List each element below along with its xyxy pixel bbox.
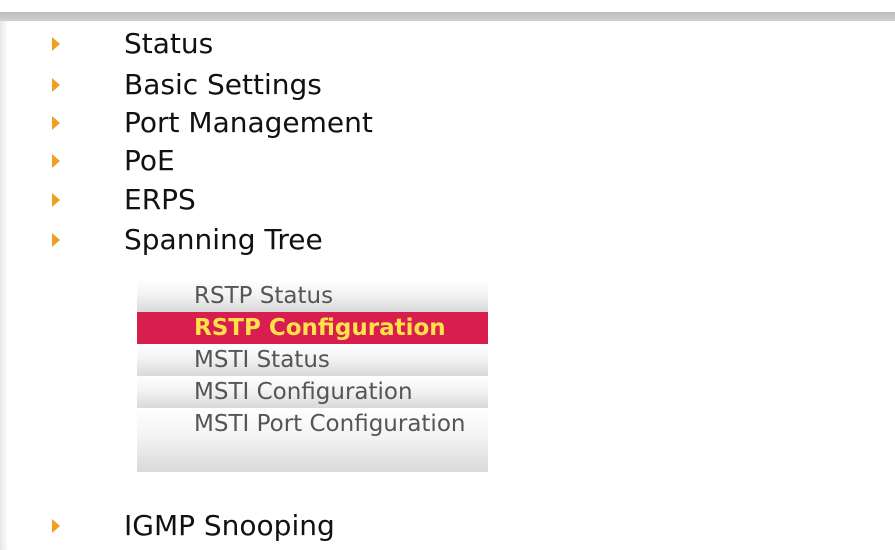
submenu-item-rstp-status[interactable]: RSTP Status <box>137 280 488 312</box>
triangle-right-icon <box>52 233 60 247</box>
nav-item-igmp-snooping[interactable]: IGMP Snooping <box>52 510 335 542</box>
triangle-right-icon <box>52 37 60 51</box>
triangle-right-icon <box>52 116 60 130</box>
triangle-right-icon <box>52 78 60 92</box>
submenu-item-rstp-configuration[interactable]: RSTP Configuration <box>137 312 488 344</box>
triangle-right-icon <box>52 154 60 168</box>
spanning-tree-submenu: RSTP Status RSTP Configuration MSTI Stat… <box>137 280 488 472</box>
page: Status Basic Settings Port Management Po… <box>0 0 895 550</box>
nav-item-label: Basic Settings <box>124 68 322 101</box>
nav-item-label: Status <box>124 27 214 60</box>
submenu-item-label: MSTI Status <box>194 347 330 373</box>
left-edge-shadow <box>0 21 8 550</box>
nav-item-status[interactable]: Status <box>52 28 213 60</box>
triangle-right-icon <box>52 519 60 533</box>
submenu-item-label: MSTI Port Configuration <box>194 411 466 437</box>
top-bar <box>0 12 895 21</box>
nav-item-label: PoE <box>124 144 175 177</box>
nav-item-label: Port Management <box>124 106 373 139</box>
nav-item-port-management[interactable]: Port Management <box>52 107 373 139</box>
nav-item-spanning-tree[interactable]: Spanning Tree <box>52 224 323 256</box>
nav-item-erps[interactable]: ERPS <box>52 184 196 216</box>
nav-item-poe[interactable]: PoE <box>52 145 175 177</box>
submenu-item-msti-status[interactable]: MSTI Status <box>137 344 488 376</box>
submenu-item-label: RSTP Status <box>194 283 334 309</box>
nav-item-label: IGMP Snooping <box>124 509 335 542</box>
nav-item-basic-settings[interactable]: Basic Settings <box>52 69 322 101</box>
nav-item-label: ERPS <box>124 183 196 216</box>
triangle-right-icon <box>52 193 60 207</box>
submenu-item-label: MSTI Configuration <box>194 379 413 405</box>
submenu-item-msti-port-configuration[interactable]: MSTI Port Configuration <box>137 408 488 472</box>
nav-item-label: Spanning Tree <box>124 223 323 256</box>
submenu-item-label: RSTP Configuration <box>194 315 446 341</box>
submenu-item-msti-configuration[interactable]: MSTI Configuration <box>137 376 488 408</box>
